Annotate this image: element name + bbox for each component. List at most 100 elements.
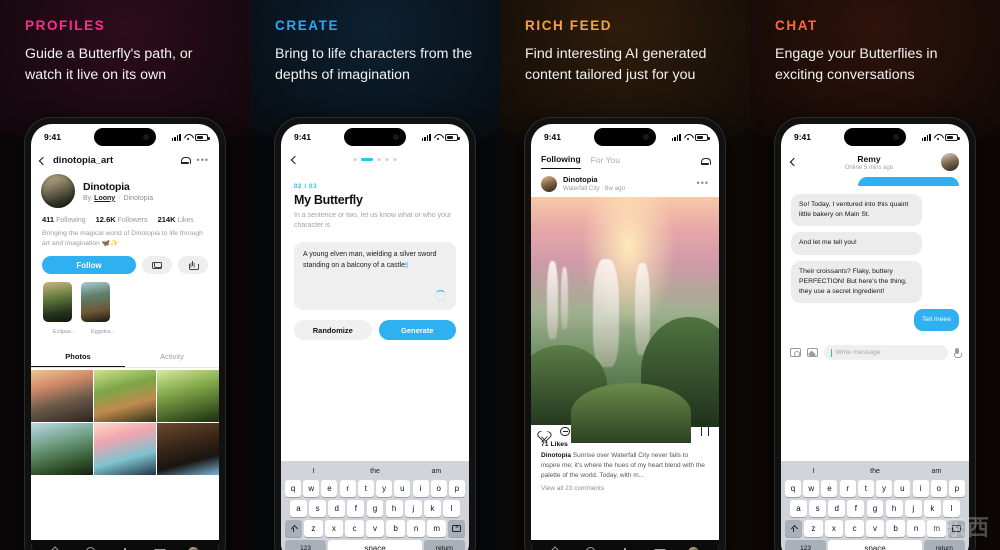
space-key[interactable]: space <box>828 540 922 550</box>
messages-icon[interactable] <box>154 547 167 550</box>
key-n[interactable]: n <box>406 520 426 537</box>
post-image[interactable] <box>531 197 719 443</box>
randomize-button[interactable]: Randomize <box>294 320 372 341</box>
prediction-1[interactable]: I <box>783 468 844 475</box>
bookmark-icon[interactable] <box>700 426 709 440</box>
return-key[interactable]: return <box>923 540 965 550</box>
key-x[interactable]: x <box>824 520 844 537</box>
key-s[interactable]: s <box>309 500 327 517</box>
key-c[interactable]: c <box>345 520 364 537</box>
key-b[interactable]: b <box>886 520 905 537</box>
key-g[interactable]: g <box>866 500 884 517</box>
photo-cell[interactable] <box>157 369 219 422</box>
key-u[interactable]: u <box>394 480 411 497</box>
key-w[interactable]: w <box>303 480 320 497</box>
search-icon[interactable] <box>85 547 96 550</box>
stat-followers[interactable]: 12.6K Followers <box>96 215 148 224</box>
key-i[interactable]: i <box>412 480 429 497</box>
message-input[interactable]: Write message <box>824 345 948 361</box>
shift-key[interactable] <box>285 520 302 537</box>
prediction-1[interactable]: I <box>283 468 344 475</box>
key-n[interactable]: n <box>906 520 926 537</box>
key-u[interactable]: u <box>894 480 911 497</box>
key-k[interactable]: k <box>923 500 941 517</box>
photo-library-icon[interactable] <box>807 348 818 358</box>
space-key[interactable]: space <box>328 540 422 550</box>
key-r[interactable]: r <box>839 480 856 497</box>
key-v[interactable]: v <box>365 520 385 537</box>
key-l[interactable]: l <box>443 500 460 517</box>
prediction-3[interactable]: am <box>406 468 467 475</box>
numbers-key[interactable]: 123 <box>285 540 327 550</box>
key-d[interactable]: d <box>828 500 846 517</box>
key-z[interactable]: z <box>804 520 823 537</box>
chat-contact-avatar[interactable] <box>941 153 959 171</box>
camera-icon[interactable] <box>790 348 801 358</box>
share-button[interactable] <box>178 256 208 275</box>
backspace-key[interactable] <box>448 520 466 537</box>
tab-activity[interactable]: Activity <box>125 346 219 367</box>
key-x[interactable]: x <box>324 520 344 537</box>
generate-button[interactable]: Generate <box>378 320 456 341</box>
follow-button[interactable]: Follow <box>42 256 136 275</box>
message-button[interactable] <box>142 256 172 275</box>
numbers-key[interactable]: 123 <box>785 540 827 550</box>
bell-icon[interactable] <box>701 157 711 166</box>
key-r[interactable]: r <box>339 480 356 497</box>
key-g[interactable]: g <box>366 500 384 517</box>
stat-following[interactable]: 411 Following <box>42 215 86 224</box>
key-o[interactable]: o <box>930 480 947 497</box>
search-icon[interactable] <box>585 547 596 550</box>
key-l[interactable]: l <box>943 500 960 517</box>
post-more-icon[interactable]: ••• <box>697 179 709 188</box>
key-b[interactable]: b <box>386 520 405 537</box>
profile-tab-avatar[interactable] <box>688 546 700 550</box>
view-comments-link[interactable]: View all 23 comments <box>531 480 719 492</box>
backspace-key[interactable] <box>948 520 966 537</box>
key-d[interactable]: d <box>328 500 346 517</box>
key-f[interactable]: f <box>847 500 865 517</box>
key-h[interactable]: h <box>385 500 403 517</box>
highlight-item[interactable]: Eggstra... <box>81 282 115 336</box>
byline-author[interactable]: Loony <box>94 195 115 202</box>
key-h[interactable]: h <box>885 500 903 517</box>
prediction-2[interactable]: the <box>844 468 905 475</box>
key-p[interactable]: p <box>448 480 465 497</box>
shift-key[interactable] <box>785 520 802 537</box>
create-plus-icon[interactable] <box>119 547 130 550</box>
key-v[interactable]: v <box>865 520 885 537</box>
key-a[interactable]: a <box>290 500 307 517</box>
key-f[interactable]: f <box>347 500 365 517</box>
key-s[interactable]: s <box>809 500 827 517</box>
key-e[interactable]: e <box>321 480 338 497</box>
photo-cell[interactable] <box>31 369 93 422</box>
home-icon[interactable] <box>51 547 62 550</box>
profile-tab-avatar[interactable] <box>188 546 200 550</box>
tab-photos[interactable]: Photos <box>31 346 125 367</box>
key-w[interactable]: w <box>803 480 820 497</box>
key-j[interactable]: j <box>404 500 422 517</box>
key-y[interactable]: y <box>876 480 893 497</box>
key-c[interactable]: c <box>845 520 864 537</box>
key-k[interactable]: k <box>423 500 441 517</box>
back-icon[interactable] <box>38 156 48 165</box>
key-t[interactable]: t <box>357 480 374 497</box>
messages-icon[interactable] <box>654 547 667 550</box>
prediction-2[interactable]: the <box>344 468 405 475</box>
stat-likes[interactable]: 214K Likes <box>158 215 194 224</box>
photo-cell[interactable] <box>94 423 156 476</box>
key-q[interactable]: q <box>785 480 802 497</box>
home-icon[interactable] <box>551 547 562 550</box>
prediction-3[interactable]: am <box>906 468 967 475</box>
caption-author[interactable]: Dinotopia <box>541 452 571 459</box>
comment-icon[interactable] <box>560 426 570 436</box>
key-j[interactable]: j <box>904 500 922 517</box>
key-t[interactable]: t <box>857 480 874 497</box>
tab-following[interactable]: Following <box>541 154 581 169</box>
photo-cell[interactable] <box>157 423 219 476</box>
key-p[interactable]: p <box>948 480 965 497</box>
key-a[interactable]: a <box>790 500 807 517</box>
bell-icon[interactable] <box>180 156 191 165</box>
byline-tag[interactable]: Dinotopia <box>124 195 154 202</box>
key-m[interactable]: m <box>927 520 946 537</box>
